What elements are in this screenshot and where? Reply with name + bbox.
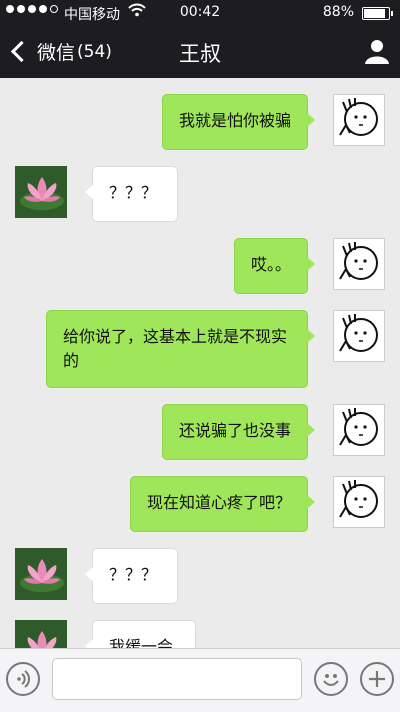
my-avatar[interactable] <box>333 476 385 528</box>
message-input[interactable] <box>52 658 302 700</box>
status-bar: 中国移动 00:42 88% <box>0 0 400 26</box>
person-icon[interactable] <box>364 38 390 64</box>
message-bubble-outgoing[interactable]: 我就是怕你被骗 <box>161 94 316 150</box>
emoji-icon[interactable] <box>314 662 348 696</box>
message-text: ？？？ <box>109 183 158 202</box>
message-bubble-incoming[interactable]: ？？？ <box>85 548 178 604</box>
message-text: 哎。。 <box>250 255 291 274</box>
my-avatar[interactable] <box>333 238 385 290</box>
my-avatar[interactable] <box>333 404 385 456</box>
message-bubble-incoming[interactable]: ？？？ <box>85 166 178 222</box>
message-text: 我就是怕你被骗 <box>178 111 291 130</box>
message-bubble-outgoing[interactable]: 给你说了，这基本上就是不现实的 <box>46 310 315 388</box>
message-bubble-outgoing[interactable]: 哎。。 <box>233 238 316 294</box>
chat-title: 王叔 <box>179 42 221 66</box>
my-avatar[interactable] <box>333 310 385 362</box>
contact-avatar[interactable] <box>15 620 67 648</box>
plus-icon[interactable] <box>360 662 394 696</box>
nav-bar: 微信 (54) 王叔 <box>0 26 400 78</box>
my-avatar[interactable] <box>333 94 385 146</box>
battery-percent: 88% <box>322 4 354 20</box>
message-text: ？？？ <box>109 565 158 584</box>
message-text: 我缓一会 <box>109 637 174 648</box>
battery-icon <box>362 7 393 20</box>
message-bubble-outgoing[interactable]: 还说骗了也没事 <box>161 404 316 460</box>
battery-level-fill <box>364 9 386 18</box>
message-bubble-incoming[interactable]: 我缓一会 <box>85 620 196 648</box>
message-text: 给你说了，这基本上就是不现实的 <box>63 327 288 370</box>
contact-avatar[interactable] <box>15 166 67 218</box>
message-list[interactable]: 我就是怕你被骗 ？？？ 哎。。 给你说了，这基本上就是不现实的 还说骗了也没事 … <box>0 78 400 648</box>
message-bubble-outgoing[interactable]: 现在知道心疼了吧？ <box>129 476 316 532</box>
input-bar <box>0 648 400 712</box>
voice-icon[interactable] <box>6 662 40 696</box>
message-text: 还说骗了也没事 <box>178 421 291 440</box>
contact-avatar[interactable] <box>15 548 67 600</box>
message-text: 现在知道心疼了吧？ <box>146 493 291 512</box>
